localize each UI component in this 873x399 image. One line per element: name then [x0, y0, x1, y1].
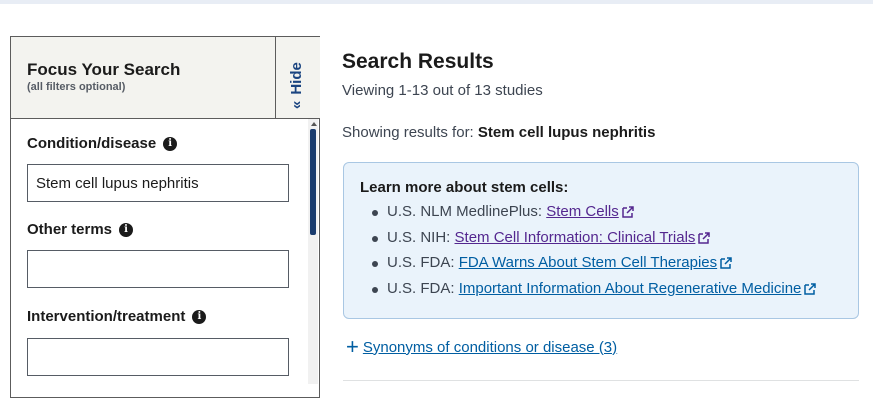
external-link-icon — [720, 257, 732, 270]
showing-results-for: Showing results for: Stem cell lupus nep… — [342, 124, 655, 141]
learn-more-title: Learn more about stem cells: — [360, 179, 569, 196]
results-title: Search Results — [342, 50, 494, 73]
learn-more-source: U.S. FDA: — [387, 280, 455, 298]
scrollbar-thumb[interactable] — [310, 129, 316, 235]
synonyms-label: Synonyms of conditions or disease (3) — [362, 338, 618, 356]
learn-more-item: U.S. NLM MedlinePlus: Stem Cells — [368, 203, 816, 229]
other-terms-input[interactable] — [27, 250, 289, 288]
bullet — [372, 235, 378, 242]
medlineplus-stem-cells-link[interactable]: Stem Cells — [546, 203, 619, 220]
info-icon[interactable]: i — [192, 309, 207, 324]
hide-label: Hide — [288, 62, 305, 95]
intervention-label-text: Intervention/treatment — [27, 308, 186, 325]
results-count: Viewing 1-13 out of 13 studies — [342, 82, 543, 99]
fda-regenerative-medicine-link[interactable]: Important Information About Regenerative… — [459, 280, 802, 297]
filter-panel-header: Focus Your Search (all filters optional)… — [11, 37, 320, 119]
learn-more-item: U.S. FDA: Important Information About Re… — [368, 280, 817, 306]
bullet — [372, 210, 378, 216]
intervention-label: Intervention/treatment i — [27, 308, 207, 325]
external-link-icon — [804, 283, 817, 295]
other-terms-label: Other terms i — [27, 221, 134, 238]
learn-more-source: U.S. NLM MedlinePlus: — [387, 203, 543, 220]
condition-label-text: Condition/disease — [27, 135, 157, 152]
learn-more-source: U.S. NIH: — [387, 228, 451, 246]
plus-icon: + — [346, 334, 359, 359]
scroll-up-arrow-icon[interactable] — [311, 122, 317, 126]
divider — [343, 380, 859, 381]
hide-filters-button[interactable]: « Hide — [275, 37, 320, 118]
learn-more-source: U.S. FDA: — [387, 254, 455, 272]
nih-stem-cell-info-link[interactable]: Stem Cell Information: Clinical Trials — [455, 229, 696, 246]
external-link-icon — [698, 231, 711, 244]
filter-panel-subtitle: (all filters optional) — [27, 81, 126, 93]
bullet — [372, 287, 378, 294]
filter-panel-title: Focus Your Search — [27, 60, 181, 79]
hide-label-group: « Hide — [288, 62, 305, 109]
showing-query: Stem cell lupus nephritis — [477, 124, 656, 141]
showing-prefix: Showing results for: — [342, 124, 474, 141]
info-icon[interactable]: i — [119, 222, 134, 237]
learn-more-item: U.S. NIH: Stem Cell Information: Clinica… — [368, 229, 816, 255]
top-bar — [0, 0, 873, 4]
learn-more-list: U.S. NLM MedlinePlus: Stem Cells U.S. NI… — [368, 203, 817, 306]
double-chevron-left-icon: « — [288, 100, 305, 109]
bullet — [372, 261, 378, 268]
synonyms-toggle[interactable]: + Synonyms of conditions or disease (3) — [346, 334, 618, 359]
other-terms-label-text: Other terms — [27, 221, 113, 238]
condition-input[interactable]: Stem cell lupus nephritis — [27, 164, 289, 202]
intervention-input[interactable] — [27, 338, 289, 376]
info-icon[interactable]: i — [163, 136, 178, 151]
learn-more-box: Learn more about stem cells: U.S. NLM Me… — [343, 162, 859, 319]
condition-label: Condition/disease i — [27, 135, 178, 152]
external-link-icon — [622, 206, 634, 218]
fda-warns-link[interactable]: FDA Warns About Stem Cell Therapies — [459, 254, 717, 271]
learn-more-item: U.S. FDA: FDA Warns About Stem Cell Ther… — [368, 254, 816, 280]
filter-panel-body: Condition/disease i Stem cell lupus neph… — [11, 119, 307, 399]
